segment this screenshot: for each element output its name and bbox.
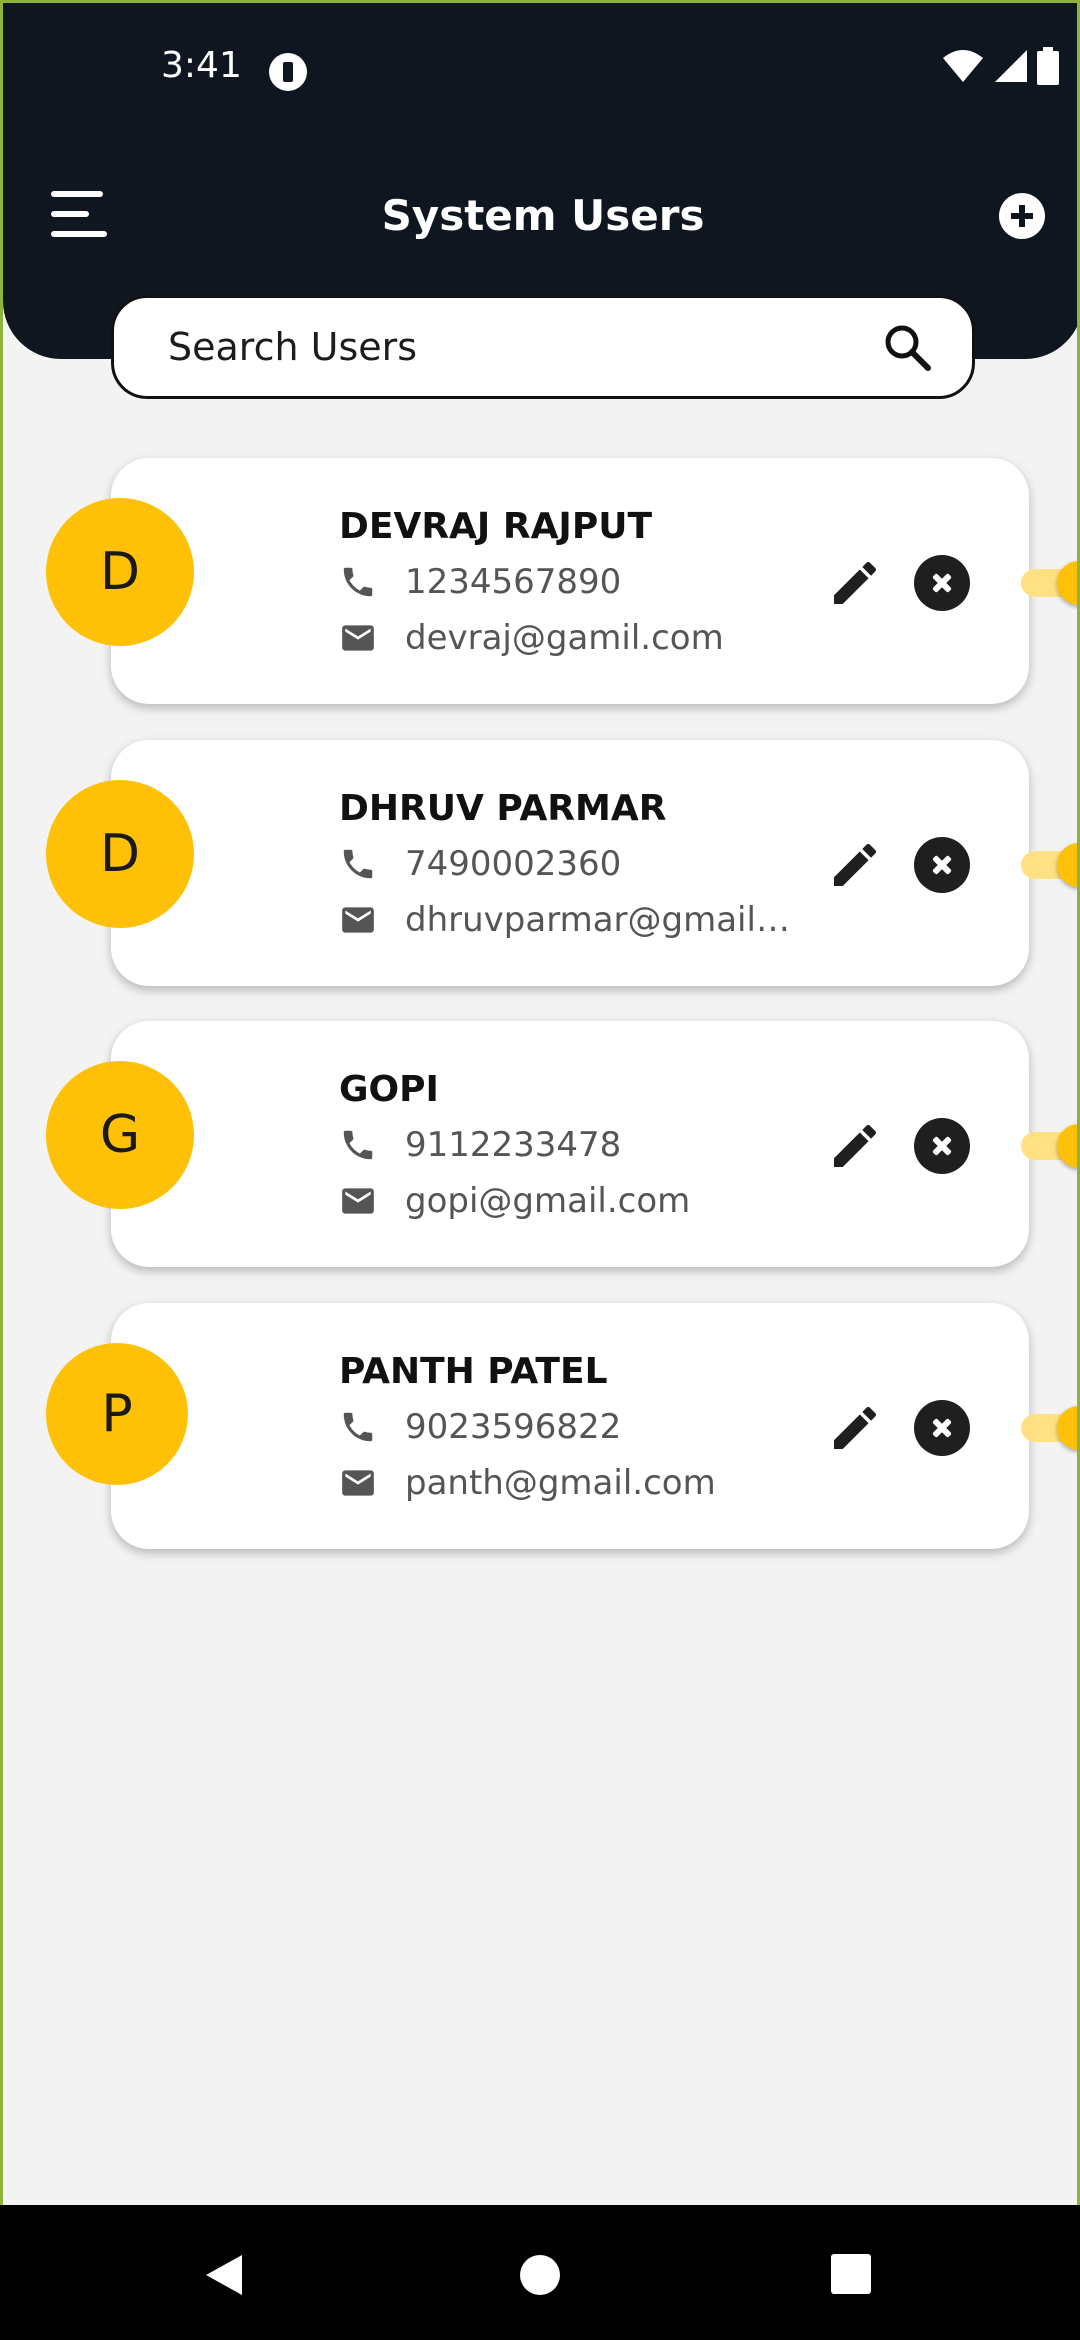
delete-user-button[interactable] <box>914 1118 970 1174</box>
app-frame: 3:41 System Users Search Users DEVRAJ RA… <box>0 0 1080 2205</box>
system-nav-bar <box>0 2205 1080 2340</box>
home-icon[interactable] <box>518 2253 562 2297</box>
recents-icon[interactable] <box>830 2253 872 2295</box>
user-active-toggle[interactable] <box>1017 556 1077 606</box>
notification-app-icon <box>269 53 307 91</box>
user-name: DEVRAJ RAJPUT <box>339 506 652 547</box>
user-card[interactable]: GOPI 9112233478 gopi@gmail.com <box>111 1021 1077 1267</box>
edit-icon[interactable] <box>827 837 883 893</box>
user-active-toggle[interactable] <box>1017 838 1077 888</box>
email-icon <box>342 1188 374 1214</box>
search-icon[interactable] <box>882 322 932 372</box>
avatar: D <box>46 780 194 928</box>
user-email-row: dhruvparmar@gmail.... <box>339 900 799 940</box>
user-phone: 1234567890 <box>405 562 622 602</box>
user-phone-row: 9023596822 <box>339 1407 799 1447</box>
avatar: D <box>46 498 194 646</box>
phone-icon <box>343 849 373 879</box>
status-icons <box>941 47 1059 85</box>
page-title: System Users <box>381 191 705 240</box>
user-card[interactable]: PANTH PATEL 9023596822 panth@gmail.com <box>111 1303 1077 1549</box>
user-phone: 9112233478 <box>405 1125 622 1165</box>
delete-user-button[interactable] <box>914 1400 970 1456</box>
wifi-icon <box>943 50 983 82</box>
user-active-toggle[interactable] <box>1017 1119 1077 1169</box>
delete-user-button[interactable] <box>914 837 970 893</box>
user-phone-row: 1234567890 <box>339 562 799 602</box>
toggle-knob <box>1057 1406 1077 1450</box>
back-icon[interactable] <box>202 2253 246 2297</box>
user-phone: 9023596822 <box>405 1407 622 1447</box>
delete-user-button[interactable] <box>914 555 970 611</box>
phone-icon <box>343 567 373 597</box>
email-icon <box>342 1470 374 1496</box>
user-card[interactable]: DEVRAJ RAJPUT 1234567890 devraj@gamil.co… <box>111 458 1077 704</box>
user-phone-row: 7490002360 <box>339 844 799 884</box>
user-active-toggle[interactable] <box>1017 1401 1077 1451</box>
user-card[interactable]: DHRUV PARMAR 7490002360 dhruvparmar@gmai… <box>111 740 1077 986</box>
user-email: devraj@gamil.com <box>405 618 724 658</box>
toggle-knob <box>1057 561 1077 605</box>
user-name: PANTH PATEL <box>339 1351 608 1392</box>
toggle-knob <box>1057 843 1077 887</box>
user-email: dhruvparmar@gmail.... <box>405 900 799 940</box>
avatar: P <box>46 1343 188 1485</box>
phone-icon <box>343 1412 373 1442</box>
phone-icon <box>343 1130 373 1160</box>
user-email-row: devraj@gamil.com <box>339 618 799 658</box>
search-input[interactable]: Search Users <box>168 325 882 369</box>
add-user-button[interactable] <box>999 193 1045 239</box>
edit-icon[interactable] <box>827 1400 883 1456</box>
user-name: GOPI <box>339 1069 439 1110</box>
avatar: G <box>46 1061 194 1209</box>
user-email: gopi@gmail.com <box>405 1181 691 1221</box>
battery-icon <box>1037 47 1059 85</box>
user-email-row: gopi@gmail.com <box>339 1181 799 1221</box>
status-time: 3:41 <box>161 45 242 86</box>
edit-icon[interactable] <box>827 555 883 611</box>
user-phone: 7490002360 <box>405 844 622 884</box>
email-icon <box>342 907 374 933</box>
email-icon <box>342 625 374 651</box>
user-email-row: panth@gmail.com <box>339 1463 799 1503</box>
search-bar[interactable]: Search Users <box>111 295 975 399</box>
signal-icon <box>995 50 1027 82</box>
edit-icon[interactable] <box>827 1118 883 1174</box>
user-name: DHRUV PARMAR <box>339 788 667 829</box>
user-email: panth@gmail.com <box>405 1463 716 1503</box>
toggle-knob <box>1057 1124 1077 1168</box>
user-phone-row: 9112233478 <box>339 1125 799 1165</box>
